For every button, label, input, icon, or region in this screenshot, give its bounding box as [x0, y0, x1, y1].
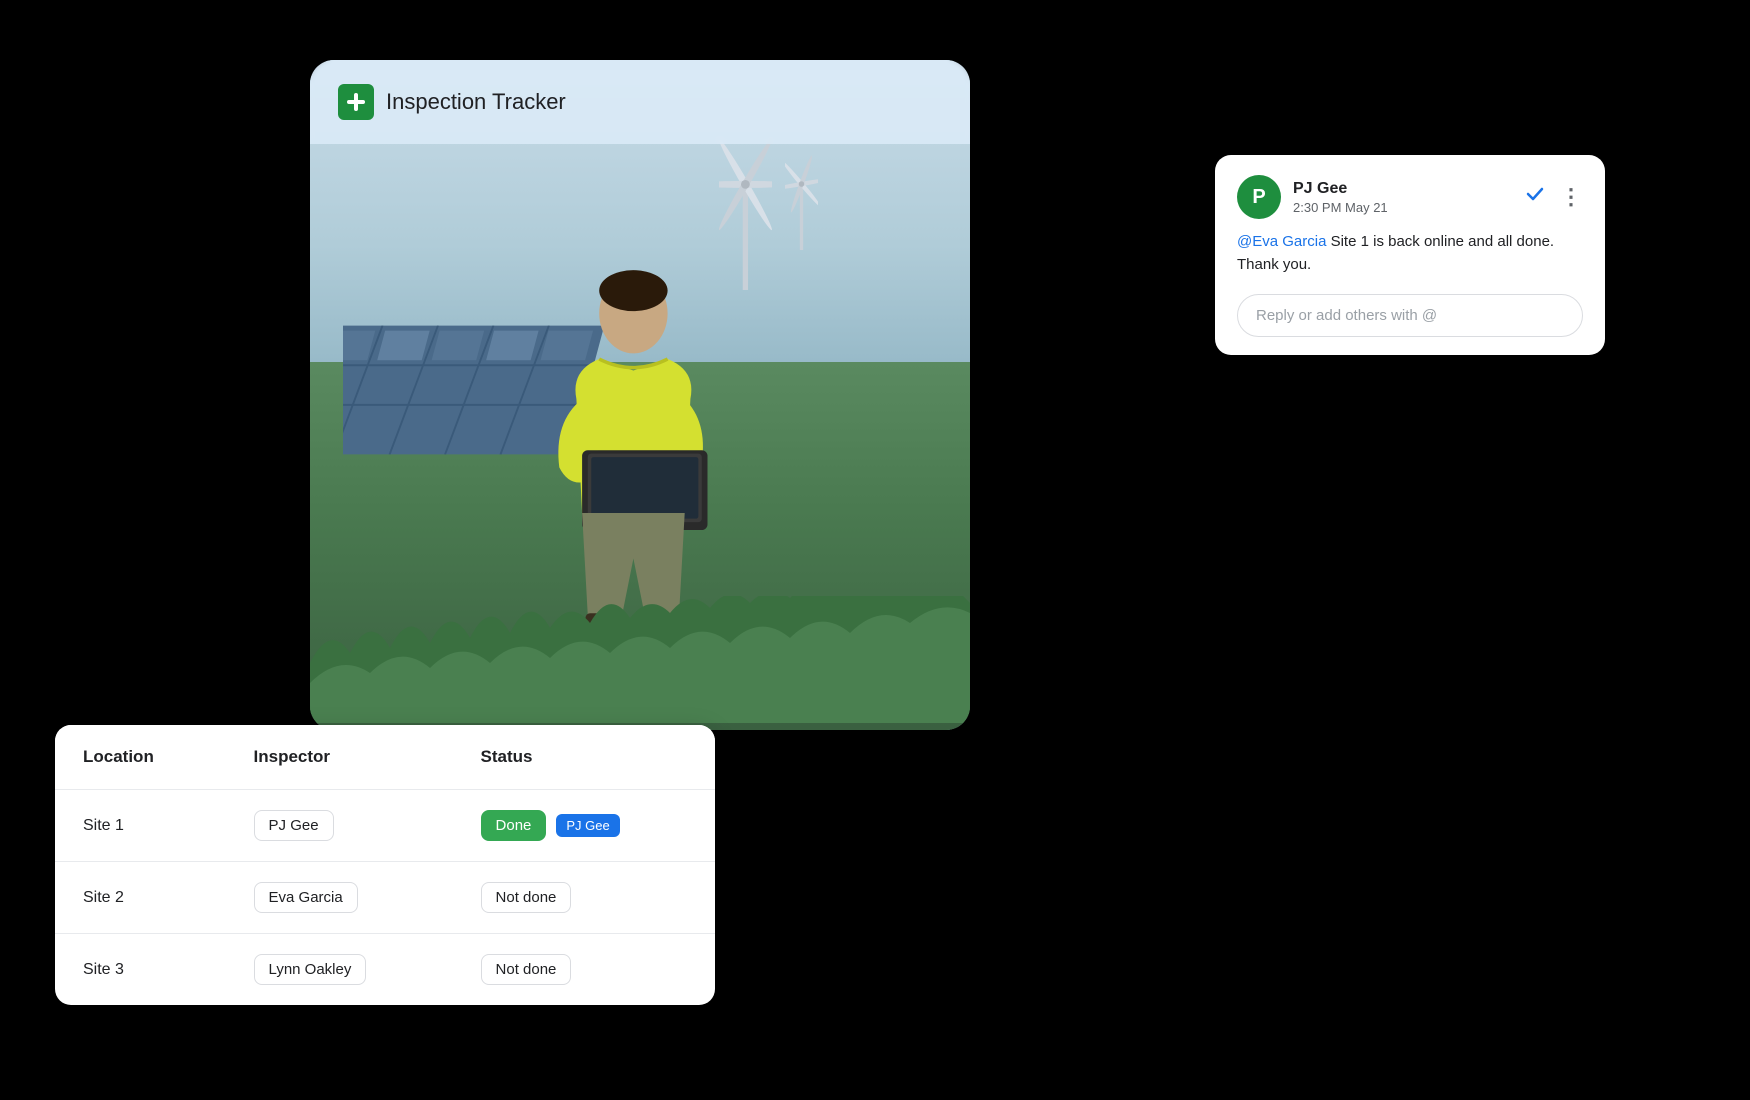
cell-location-2: Site 2: [55, 862, 226, 934]
cell-location-3: Site 3: [55, 934, 226, 1006]
avatar: P: [1237, 175, 1281, 219]
comment-actions: ⋮: [1524, 183, 1583, 211]
inspector-chip-2[interactable]: Eva Garcia: [254, 882, 358, 913]
table-row: Site 1 PJ Gee Done PJ Gee: [55, 790, 715, 862]
table-header-row: Location Inspector Status: [55, 725, 715, 790]
cell-location-1: Site 1: [55, 790, 226, 862]
more-menu-icon[interactable]: ⋮: [1560, 184, 1583, 210]
comment-body: @Eva Garcia Site 1 is back online and al…: [1237, 231, 1583, 276]
grass-foreground: [310, 596, 970, 730]
inspection-table: Location Inspector Status Site 1 PJ Gee …: [55, 725, 715, 1005]
comment-meta: PJ Gee 2:30 PM May 21: [1293, 179, 1512, 215]
table-card: Location Inspector Status Site 1 PJ Gee …: [55, 725, 715, 1005]
cell-status-3: Not done: [453, 934, 715, 1006]
user-tag-1: PJ Gee: [556, 814, 619, 837]
col-header-location: Location: [55, 725, 226, 790]
comment-header: P PJ Gee 2:30 PM May 21 ⋮: [1237, 175, 1583, 219]
mention-tag: @Eva Garcia: [1237, 233, 1326, 250]
check-icon[interactable]: [1524, 183, 1546, 211]
status-chip-notdone-2[interactable]: Not done: [481, 882, 572, 913]
status-chip-notdone-3[interactable]: Not done: [481, 954, 572, 985]
commenter-name: PJ Gee: [1293, 179, 1512, 200]
app-title: Inspection Tracker: [386, 89, 566, 115]
cell-inspector-3: Lynn Oakley: [226, 934, 453, 1006]
table-row: Site 2 Eva Garcia Not done: [55, 862, 715, 934]
col-header-status: Status: [453, 725, 715, 790]
cell-inspector-1: PJ Gee: [226, 790, 453, 862]
reply-input[interactable]: Reply or add others with @: [1237, 294, 1583, 337]
inspector-chip-3[interactable]: Lynn Oakley: [254, 954, 367, 985]
cell-status-1: Done PJ Gee: [453, 790, 715, 862]
plus-icon: [345, 91, 367, 113]
inspector-chip-1[interactable]: PJ Gee: [254, 810, 334, 841]
app-header: Inspection Tracker: [310, 60, 970, 144]
cell-status-2: Not done: [453, 862, 715, 934]
photo-background: [310, 60, 970, 730]
photo-card: Inspection Tracker: [310, 60, 970, 730]
cell-inspector-2: Eva Garcia: [226, 862, 453, 934]
status-chip-done[interactable]: Done: [481, 810, 547, 841]
comment-time: 2:30 PM May 21: [1293, 200, 1512, 215]
scene: Inspection Tracker P PJ Gee 2:30 PM May …: [0, 0, 1750, 1100]
status-cell-1: Done PJ Gee: [481, 810, 687, 841]
comment-card: P PJ Gee 2:30 PM May 21 ⋮ @Eva Garcia Si…: [1215, 155, 1605, 355]
wind-turbine-2: [785, 140, 818, 328]
table-row: Site 3 Lynn Oakley Not done: [55, 934, 715, 1006]
app-icon: [338, 84, 374, 120]
col-header-inspector: Inspector: [226, 725, 453, 790]
